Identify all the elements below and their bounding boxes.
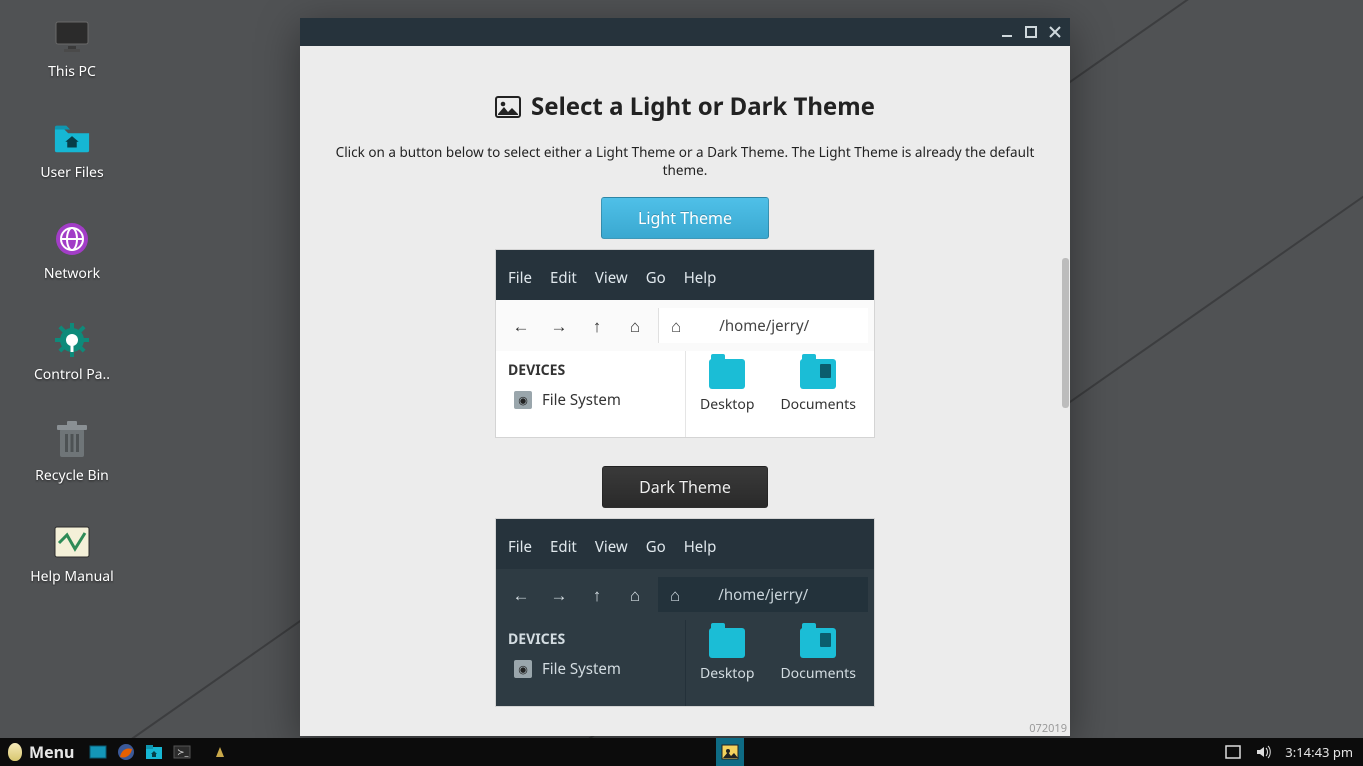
forward-icon: →	[540, 580, 578, 610]
tray-volume-icon[interactable]	[1255, 745, 1271, 759]
disk-icon: ◉	[514, 660, 532, 678]
menu-edit: Edit	[550, 268, 577, 288]
menu-go: Go	[646, 537, 666, 557]
menu-help: Help	[684, 537, 717, 557]
desktop-icon-label: Help Manual	[30, 567, 113, 586]
path-text: /home/jerry/	[719, 316, 809, 336]
menu-view: View	[595, 268, 628, 288]
taskbar-clock[interactable]: 3:14:43 pm	[1285, 743, 1353, 761]
desktop-icon-label: Recycle Bin	[35, 466, 109, 485]
desktop-icon-network[interactable]: Network	[22, 220, 122, 283]
taskbar: Menu ≻_ 3:14:43 pm	[0, 738, 1363, 766]
home-icon: ⌂	[670, 583, 680, 606]
desktop-icon-label: Network	[44, 264, 100, 283]
path-box: ⌂ /home/jerry/	[658, 308, 868, 343]
folder-icon	[709, 359, 745, 389]
file-system-item: ◉ File System	[508, 659, 673, 679]
folder-label: Documents	[780, 395, 855, 414]
tray-desktop-icon[interactable]	[1225, 745, 1241, 759]
taskbar-active-window[interactable]	[716, 738, 744, 766]
theme-selector-window: Select a Light or Dark Theme Click on a …	[300, 18, 1070, 736]
desktop-icon-user-files[interactable]: User Files	[22, 119, 122, 182]
terminal-launcher[interactable]: ≻_	[168, 738, 196, 766]
folder-home-icon	[53, 119, 91, 157]
menu-label: Menu	[29, 741, 74, 763]
folder-icon	[800, 359, 836, 389]
firefox-launcher[interactable]	[112, 738, 140, 766]
menu-view: View	[595, 537, 628, 557]
devices-heading: DEVICES	[508, 630, 673, 649]
devices-heading: DEVICES	[508, 361, 673, 380]
page-heading: Select a Light or Dark Theme	[495, 90, 875, 123]
heading-text: Select a Light or Dark Theme	[531, 90, 875, 123]
menu-help: Help	[684, 268, 717, 288]
menu-file: File	[508, 268, 532, 288]
forward-icon: →	[540, 311, 578, 341]
taskbar-separator-icon	[206, 738, 234, 766]
desktop-icon-this-pc[interactable]: This PC	[22, 18, 122, 81]
preview-sidebar: DEVICES ◉ File System	[496, 351, 686, 437]
back-icon: ←	[502, 580, 540, 610]
preview-menubar: File Edit View Go Help	[496, 519, 874, 569]
desktop-icon-label: Control Pa..	[34, 365, 110, 384]
svg-text:≻_: ≻_	[177, 745, 190, 758]
light-theme-preview: File Edit View Go Help ← → ↑ ⌂ ⌂ /home/je…	[495, 249, 875, 438]
preview-toolbar: ← → ↑ ⌂ ⌂ /home/jerry/	[496, 300, 874, 351]
map-icon	[53, 523, 91, 561]
close-button[interactable]	[1044, 21, 1066, 43]
preview-sidebar: DEVICES ◉ File System	[496, 620, 686, 706]
dark-theme-button[interactable]: Dark Theme	[602, 466, 768, 508]
folder-desktop: Desktop	[700, 628, 754, 698]
minimize-button[interactable]	[996, 21, 1018, 43]
image-icon	[495, 96, 521, 118]
trash-icon	[53, 422, 91, 460]
description: Click on a button below to select either…	[316, 143, 1054, 179]
file-system-label: File System	[542, 659, 621, 679]
file-system-item: ◉ File System	[508, 390, 673, 410]
up-icon: ↑	[578, 311, 616, 341]
path-text: /home/jerry/	[718, 585, 808, 605]
up-icon: ↑	[578, 580, 616, 610]
back-icon: ←	[502, 311, 540, 341]
menu-go: Go	[646, 268, 666, 288]
maximize-button[interactable]	[1020, 21, 1042, 43]
scrollbar[interactable]	[1062, 258, 1069, 408]
menu-edit: Edit	[550, 537, 577, 557]
desktop-icon-label: User Files	[40, 163, 103, 182]
home-icon: ⌂	[616, 311, 654, 341]
home-icon: ⌂	[671, 314, 681, 337]
folder-label: Desktop	[700, 664, 754, 683]
desktop-icon-label: This PC	[48, 62, 96, 81]
folder-icon	[709, 628, 745, 658]
folder-icon	[800, 628, 836, 658]
folder-documents: Documents	[780, 628, 855, 698]
monitor-icon	[53, 18, 91, 56]
window-content: Select a Light or Dark Theme Click on a …	[300, 46, 1070, 736]
file-system-label: File System	[542, 390, 621, 410]
folder-desktop: Desktop	[700, 359, 754, 429]
desktop-icon-control-panel[interactable]: Control Pa..	[22, 321, 122, 384]
wrench-gear-icon	[53, 321, 91, 359]
dark-theme-preview: File Edit View Go Help ← → ↑ ⌂ ⌂ /home/je…	[495, 518, 875, 707]
distro-logo-icon	[8, 743, 22, 761]
build-id: 072019	[1029, 721, 1067, 736]
desktop-icon-help-manual[interactable]: Help Manual	[22, 523, 122, 586]
folder-documents: Documents	[780, 359, 855, 429]
show-desktop-button[interactable]	[84, 738, 112, 766]
folder-label: Documents	[780, 664, 855, 683]
file-manager-launcher[interactable]	[140, 738, 168, 766]
window-titlebar[interactable]	[300, 18, 1070, 46]
globe-icon	[53, 220, 91, 258]
menu-file: File	[508, 537, 532, 557]
light-theme-button[interactable]: Light Theme	[601, 197, 769, 239]
path-box: ⌂ /home/jerry/	[658, 577, 868, 612]
desktop-icon-recycle-bin[interactable]: Recycle Bin	[22, 422, 122, 485]
preview-menubar: File Edit View Go Help	[496, 250, 874, 300]
preview-toolbar: ← → ↑ ⌂ ⌂ /home/jerry/	[496, 569, 874, 620]
disk-icon: ◉	[514, 391, 532, 409]
home-icon: ⌂	[616, 580, 654, 610]
folder-label: Desktop	[700, 395, 754, 414]
start-menu-button[interactable]: Menu	[0, 741, 84, 763]
